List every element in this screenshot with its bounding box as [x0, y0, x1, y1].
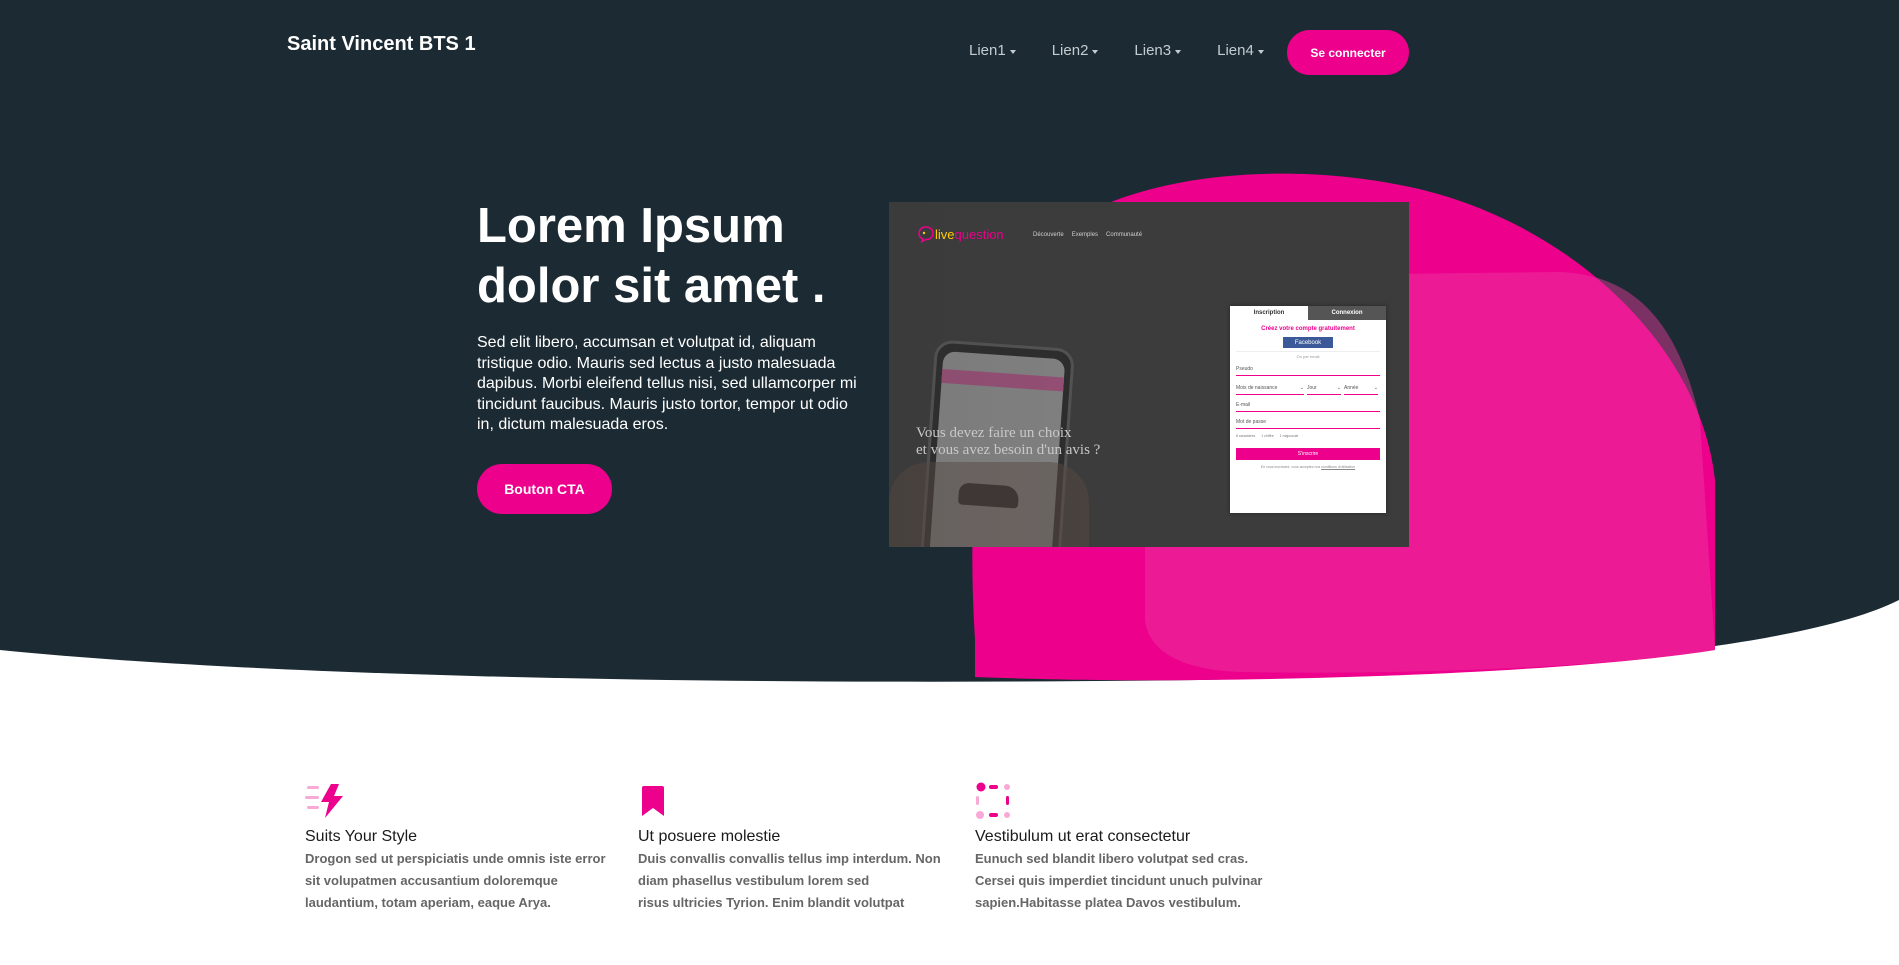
hero-description: Sed elit libero, accumsan et volutpat id… — [477, 334, 857, 433]
password-hints: 8 caractères 1 chiffre 1 majuscule — [1236, 434, 1299, 438]
password-field: Mot de passe — [1236, 419, 1380, 429]
feature-card: Ut posuere molestie Duis convallis conva… — [638, 782, 958, 910]
feature-card: Suits Your Style Drogon sed ut perspicia… — [305, 782, 625, 910]
nav-item-lien2[interactable]: Lien2 — [1052, 42, 1099, 59]
or-divider: Ou par email — [1236, 351, 1380, 359]
tab-connexion: Connexion — [1308, 306, 1386, 320]
cta-button[interactable]: Bouton CTA — [477, 464, 612, 514]
screenshot-tagline: Vous devez faire un choix et vous avez b… — [916, 425, 1101, 458]
brand-title[interactable]: Saint Vincent BTS 1 — [287, 33, 476, 56]
app-screenshot: live question Découverte Exemples Communa… — [889, 202, 1409, 547]
caret-down-icon — [1257, 49, 1264, 54]
nav-item-lien1[interactable]: Lien1 — [969, 42, 1016, 59]
year-select: Année ⌄ — [1344, 385, 1378, 395]
chevron-down-icon: ⌄ — [1336, 385, 1341, 391]
caret-down-icon — [1092, 49, 1099, 54]
day-select: Jour ⌄ — [1307, 385, 1341, 395]
speech-bubble-icon — [918, 226, 934, 243]
main-nav: Lien1 Lien2 Lien3 Lien4 — [969, 42, 1300, 59]
login-button[interactable]: Se connecter — [1287, 30, 1409, 75]
caret-down-icon — [1009, 49, 1016, 54]
lightning-icon — [305, 784, 343, 818]
signup-submit-button: S'inscrire — [1236, 448, 1380, 460]
nav-item-lien3[interactable]: Lien3 — [1134, 42, 1182, 59]
facebook-button: Facebook — [1283, 337, 1333, 348]
chevron-down-icon: ⌄ — [1373, 385, 1378, 391]
bookmark-icon — [642, 786, 664, 816]
form-title: Créez votre compte gratuitement — [1261, 326, 1355, 332]
signup-form: Inscription Connexion Créez votre compte… — [1230, 306, 1386, 513]
caret-down-icon — [1175, 49, 1182, 54]
screenshot-nav: Découverte Exemples Communauté — [1033, 232, 1143, 238]
livequestion-logo: live question — [917, 225, 1004, 243]
feature-card: Vestibulum ut erat consectetur Eunuch se… — [975, 782, 1305, 910]
terms-text: En vous inscrivant, vous acceptez nos co… — [1260, 465, 1356, 469]
nav-item-lien4[interactable]: Lien4 — [1217, 42, 1264, 59]
dots-frame-icon — [976, 782, 1010, 819]
birth-month-select: Mois de naissance ⌄ — [1236, 385, 1304, 395]
hero-title: Lorem Ipsum dolor sit amet . — [477, 199, 826, 313]
chevron-down-icon: ⌄ — [1299, 385, 1304, 391]
email-field: E-mail — [1236, 402, 1380, 412]
tab-inscription: Inscription — [1230, 306, 1308, 320]
pseudo-field: Pseudo — [1236, 366, 1380, 376]
